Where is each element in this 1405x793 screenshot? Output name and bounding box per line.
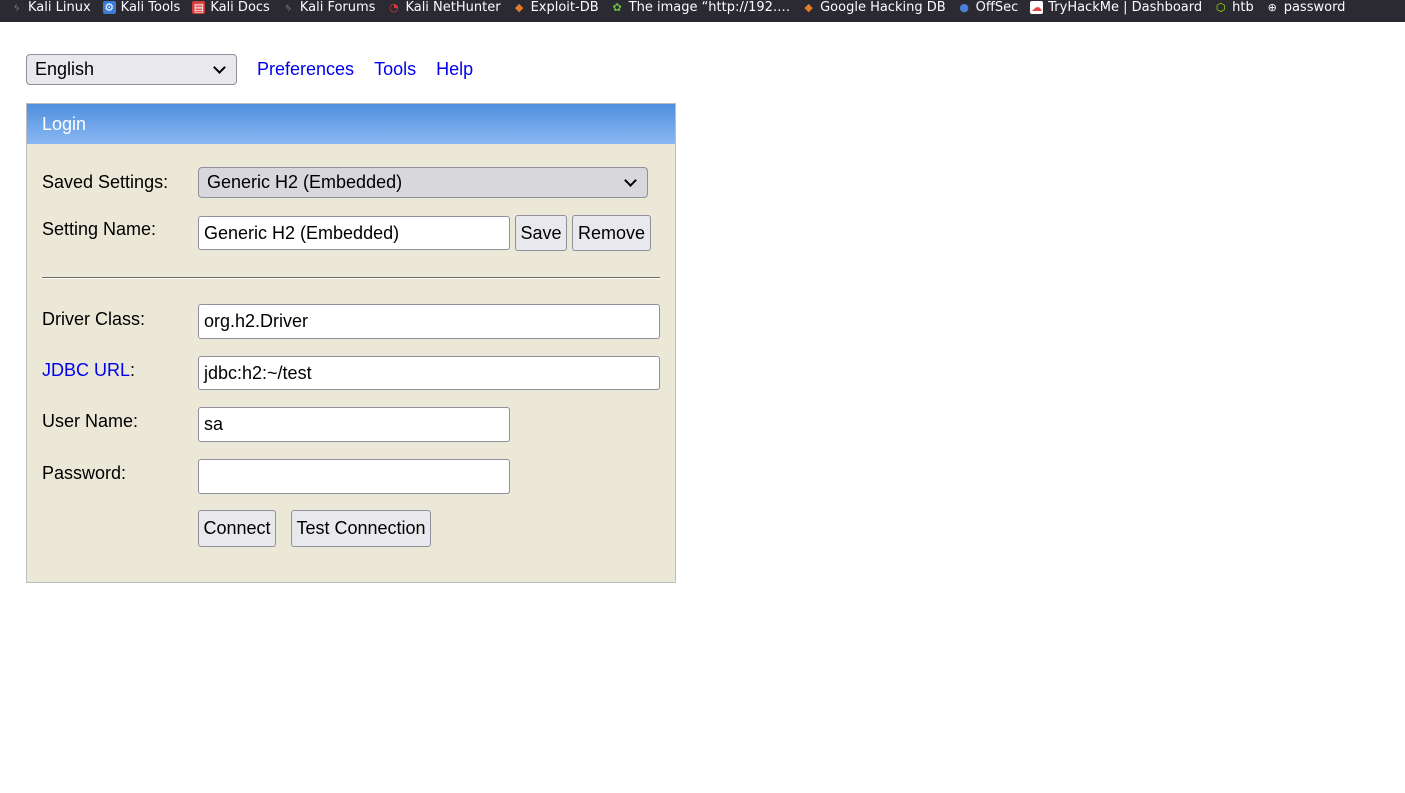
save-button[interactable]: Save [515, 215, 567, 251]
chevron-down-icon [213, 61, 226, 74]
kali-dragon-icon: ᛃ [285, 0, 292, 14]
bookmark-label: Kali Linux [28, 0, 91, 15]
password-label: Password: [42, 463, 127, 483]
bookmark-kali-nethunter[interactable]: ◔ Kali NetHunter [381, 0, 506, 18]
bookmark-label: Exploit-DB [530, 0, 599, 15]
saved-settings-select[interactable]: Generic H2 (Embedded) [198, 167, 648, 198]
test-connection-button[interactable]: Test Connection [291, 510, 431, 547]
language-select[interactable]: English [26, 54, 237, 85]
remove-button[interactable]: Remove [572, 215, 651, 251]
bookmark-label: The image “http://192.… [628, 0, 791, 15]
saved-settings-value: Generic H2 (Embedded) [207, 172, 403, 192]
bookmark-kali-forums[interactable]: ᛃ Kali Forums [276, 0, 382, 18]
user-name-label: User Name: [42, 411, 139, 431]
exploit-db-icon: ◆ [514, 0, 524, 14]
language-select-value: English [35, 59, 95, 79]
user-name-input[interactable]: sa [198, 407, 510, 442]
saved-settings-label: Saved Settings: [42, 172, 169, 192]
preferences-link[interactable]: Preferences [257, 59, 354, 80]
bookmark-offsec[interactable]: ● OffSec [952, 0, 1025, 18]
driver-class-input[interactable]: org.h2.Driver [198, 304, 660, 339]
bookmark-tryhackme[interactable]: ☁ TryHackMe | Dashboard [1024, 0, 1208, 18]
nethunter-icon: ◔ [389, 0, 399, 14]
bookmark-image[interactable]: ✿ The image “http://192.… [605, 0, 796, 18]
exploit-db-icon: ◆ [804, 0, 813, 14]
tools-link[interactable]: Tools [374, 59, 416, 80]
bookmark-label: password [1283, 0, 1346, 15]
kali-dragon-icon: ᛃ [13, 0, 20, 14]
help-link[interactable]: Help [436, 59, 473, 80]
bookmark-google-hacking-db[interactable]: ◆ Google Hacking DB [796, 0, 952, 18]
bookmark-label: Kali Docs [210, 0, 270, 15]
bookmark-label: Kali NetHunter [405, 0, 501, 15]
jdbc-url-input[interactable]: jdbc:h2:~/test [198, 356, 660, 390]
login-panel: Login Saved Settings: Generic H2 (Embedd… [26, 103, 676, 583]
connect-button[interactable]: Connect [198, 510, 276, 547]
divider [42, 277, 660, 279]
bookmark-htb[interactable]: ⬡ htb [1208, 0, 1260, 18]
bookmark-label: OffSec [975, 0, 1019, 15]
jdbc-url-link[interactable]: JDBC URL [42, 360, 130, 380]
image-icon: ✿ [612, 0, 622, 14]
bookmark-label: htb [1232, 0, 1254, 15]
bookmark-password[interactable]: ⊕ password [1260, 0, 1352, 18]
driver-class-label: Driver Class: [42, 309, 146, 329]
bookmark-label: Google Hacking DB [820, 0, 946, 15]
password-input[interactable] [198, 459, 510, 494]
bookmark-kali-linux[interactable]: ᛃ Kali Linux [0, 0, 97, 18]
login-panel-title: Login [27, 104, 675, 144]
offsec-icon: ● [959, 0, 969, 14]
kali-docs-icon: ▤ [192, 0, 206, 14]
bookmark-kali-docs[interactable]: ▤ Kali Docs [186, 0, 276, 18]
setting-name-label: Setting Name: [42, 219, 157, 239]
top-navigation: English Preferences Tools Help [26, 54, 473, 85]
chevron-down-icon [624, 174, 637, 187]
bookmark-label: Kali Tools [120, 0, 181, 15]
htb-icon: ⬡ [1215, 0, 1226, 14]
jdbc-url-colon: : [130, 360, 136, 380]
setting-name-input[interactable]: Generic H2 (Embedded) [198, 216, 510, 250]
kali-tools-icon: ⚙ [102, 0, 116, 14]
bookmark-label: TryHackMe | Dashboard [1048, 0, 1203, 15]
tryhackme-icon: ☁ [1030, 0, 1044, 14]
bookmarks-toolbar: ᛃ Kali Linux ⚙ Kali Tools ▤ Kali Docs ᛃ … [0, 0, 1405, 22]
bookmark-label: Kali Forums [299, 0, 376, 15]
bookmark-kali-tools[interactable]: ⚙ Kali Tools [97, 0, 187, 18]
bookmark-exploit-db[interactable]: ◆ Exploit-DB [507, 0, 605, 18]
globe-icon: ⊕ [1267, 0, 1277, 14]
jdbc-url-label: JDBC URL: [42, 360, 135, 381]
